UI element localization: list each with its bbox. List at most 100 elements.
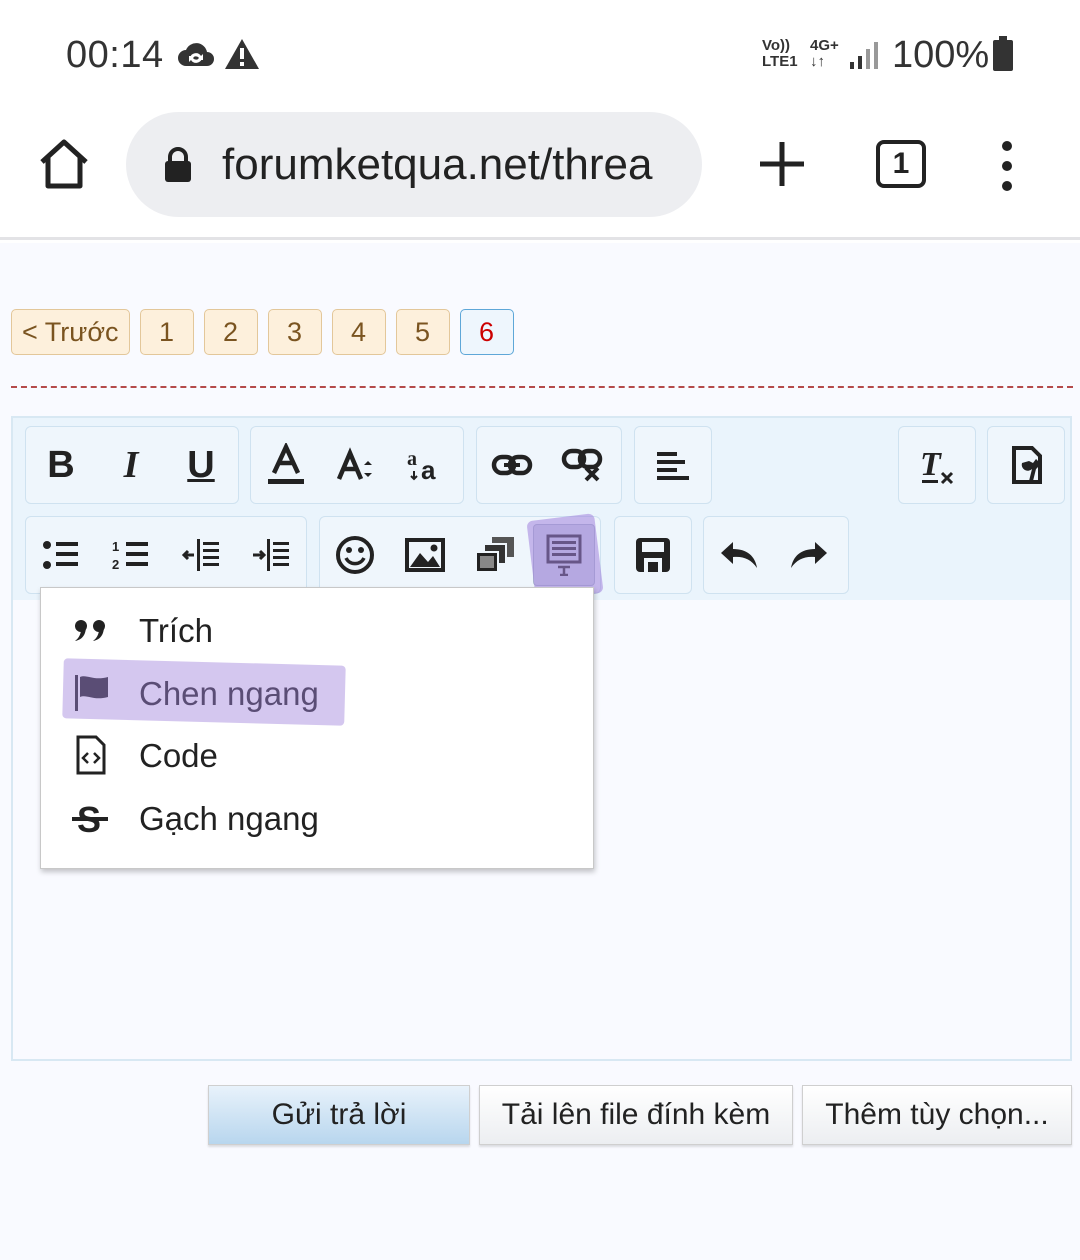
prev-page-button[interactable]: < Trước: [11, 309, 130, 355]
outdent-icon: [182, 539, 219, 571]
battery-percent: 100%: [892, 34, 990, 76]
reply-editor[interactable]: B I U aa T 1 2 Trích Chen ngang Code S G…: [11, 416, 1072, 1061]
menu-item-label: Gạch ngang: [139, 800, 319, 837]
url-text: forumketqua.net/threa: [222, 140, 653, 189]
strikethrough-icon: S: [71, 798, 111, 840]
font-family-button[interactable]: aa: [391, 426, 461, 504]
browser-toolbar: forumketqua.net/threa 1: [0, 100, 1080, 240]
indent-button[interactable]: [236, 516, 306, 594]
volte-indicator: Vo)) LTE1: [762, 38, 798, 70]
submit-reply-button[interactable]: Gửi trả lời: [208, 1085, 470, 1145]
redo-button[interactable]: [774, 516, 844, 594]
media-button[interactable]: [460, 516, 530, 594]
font-size-icon: [336, 447, 372, 480]
svg-text:1: 1: [112, 539, 119, 554]
toggle-source-button[interactable]: [988, 426, 1064, 504]
svg-text:T: T: [920, 446, 942, 483]
more-vert-icon: [1002, 141, 1012, 191]
underline-button[interactable]: U: [166, 426, 236, 504]
divider: [11, 386, 1073, 388]
browser-menu-button[interactable]: [992, 138, 1022, 194]
font-family-icon: aa: [407, 448, 436, 485]
menu-item-code[interactable]: Code: [41, 725, 595, 785]
lock-icon: [162, 146, 194, 189]
undo-icon: [721, 542, 757, 568]
volte-label: Vo)): [762, 37, 791, 54]
svg-text:a: a: [421, 455, 436, 485]
menu-item-quote[interactable]: Trích: [41, 600, 595, 660]
image-button[interactable]: [390, 516, 460, 594]
editor-toolbar: B I U aa T 1 2: [13, 418, 1070, 601]
remove-format-icon: T: [920, 446, 954, 485]
outdent-button[interactable]: [166, 516, 236, 594]
align-button[interactable]: [635, 426, 711, 504]
link-group: [476, 426, 622, 504]
tab-switcher-button[interactable]: 1: [876, 140, 926, 188]
smilies-button[interactable]: [320, 516, 390, 594]
page-link-5[interactable]: 5: [395, 309, 450, 355]
menu-item-strikethrough[interactable]: S Gạch ngang: [41, 788, 595, 848]
page-content: < Trước 1 2 3 4 5 6 B I U aa T 1 2 Trích…: [0, 243, 1080, 1260]
italic-button[interactable]: I: [96, 426, 166, 504]
page-link-2[interactable]: 2: [203, 309, 258, 355]
page-link-3[interactable]: 3: [267, 309, 322, 355]
home-icon: [40, 139, 88, 189]
film-icon: [475, 537, 514, 573]
image-icon: [405, 538, 445, 572]
bullet-list-icon: [43, 541, 78, 569]
bold-button[interactable]: B: [26, 426, 96, 504]
indent-icon: [253, 539, 289, 571]
unlink-button[interactable]: [547, 426, 617, 504]
highlight-mark-menu: [62, 658, 346, 726]
floppy-disk-icon: [636, 538, 670, 572]
page-link-4[interactable]: 4: [331, 309, 386, 355]
numbered-list-icon: 12: [112, 539, 148, 571]
status-time: 00:14: [66, 34, 164, 76]
link-icon: [491, 454, 533, 476]
bullet-list-button[interactable]: [26, 516, 96, 594]
cloud-sync-icon: [176, 40, 216, 75]
page-link-6-current[interactable]: 6: [459, 309, 514, 355]
svg-text:2: 2: [112, 557, 119, 571]
upload-attachment-button[interactable]: Tải lên file đính kèm: [479, 1085, 793, 1145]
quote-icon: [71, 610, 111, 650]
unlink-icon: [561, 448, 603, 482]
warning-icon: [224, 38, 260, 75]
new-tab-button[interactable]: [756, 138, 808, 190]
smiley-icon: [336, 536, 374, 574]
network-type: 4G+ ↓↑: [810, 38, 839, 70]
address-bar[interactable]: forumketqua.net/threa: [126, 112, 702, 217]
save-draft-button[interactable]: [615, 516, 691, 594]
network-type-label: 4G+: [810, 37, 839, 54]
status-bar: 00:14 Vo)) LTE1 4G+ ↓↑ 100%: [0, 0, 1080, 100]
plus-icon: [760, 142, 804, 186]
italic-icon: I: [123, 444, 139, 486]
font-color-icon: [268, 443, 304, 484]
font-color-button[interactable]: [251, 426, 321, 504]
code-file-icon: [71, 735, 111, 775]
wrench-icon: [1012, 446, 1042, 484]
numbered-list-button[interactable]: 12: [96, 516, 166, 594]
undo-button[interactable]: [704, 516, 774, 594]
menu-item-label: Trích: [139, 612, 213, 649]
more-options-button[interactable]: Thêm tùy chọn...: [802, 1085, 1072, 1145]
menu-item-label: Code: [139, 737, 218, 774]
remove-format-group: T: [898, 426, 976, 504]
remove-format-button[interactable]: T: [899, 426, 975, 504]
history-group: [703, 516, 849, 594]
page-link-1[interactable]: 1: [139, 309, 194, 355]
redo-icon: [791, 542, 827, 568]
underline-icon: U: [187, 443, 215, 486]
font-size-button[interactable]: [321, 426, 391, 504]
align-group: [634, 426, 712, 504]
pagination: < Trước 1 2 3 4 5 6: [11, 309, 514, 355]
signal-icon: [848, 40, 882, 75]
home-button[interactable]: [34, 134, 94, 194]
data-arrows-icon: ↓↑: [810, 53, 825, 70]
format-group: B I U: [25, 426, 239, 504]
align-left-icon: [657, 452, 689, 480]
bold-icon: B: [47, 443, 75, 486]
link-button[interactable]: [477, 426, 547, 504]
source-group: [987, 426, 1065, 504]
lte-label: LTE1: [762, 53, 798, 70]
